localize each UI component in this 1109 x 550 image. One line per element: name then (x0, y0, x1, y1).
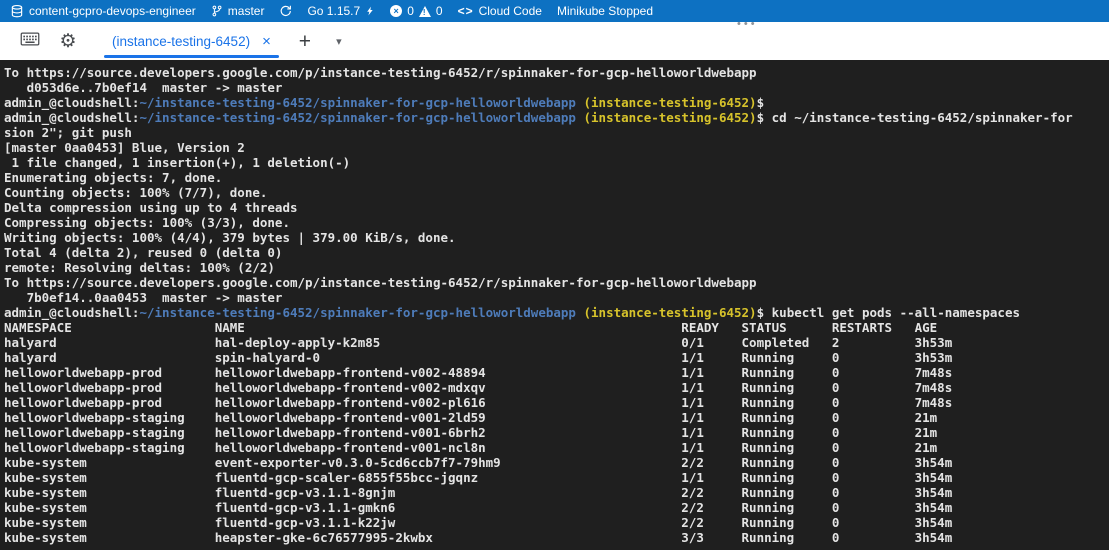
code-brackets-icon: <> (458, 4, 474, 18)
terminal-line: To https://source.developers.google.com/… (4, 275, 1109, 290)
terminal-line: halyard hal-deploy-apply-k2m85 0/1 Compl… (4, 335, 1109, 350)
terminal-line: halyard spin-halyard-0 1/1 Running 0 3h5… (4, 350, 1109, 365)
warning-icon (419, 6, 431, 17)
terminal-line: Compressing objects: 100% (3/3), done. (4, 215, 1109, 230)
lightning-icon (365, 4, 375, 18)
minikube-status[interactable]: Minikube Stopped (557, 0, 653, 22)
error-count: 0 (407, 4, 414, 18)
terminal-line: helloworldwebapp-prod helloworldwebapp-f… (4, 380, 1109, 395)
git-branch-icon (211, 4, 223, 18)
terminal-line: NAMESPACE NAME READY STATUS RESTARTS AGE (4, 320, 1109, 335)
terminal-line: 1 file changed, 1 insertion(+), 1 deleti… (4, 155, 1109, 170)
terminal-line: kube-system event-exporter-v0.3.0-5cd6cc… (4, 455, 1109, 470)
terminal-line: helloworldwebapp-staging helloworldwebap… (4, 440, 1109, 455)
panel-drag-handle[interactable]: ••• (737, 19, 758, 29)
refresh-icon (279, 4, 292, 18)
cloud-code-status[interactable]: <> Cloud Code (458, 0, 542, 22)
terminal-line: d053d6e..7b0ef14 master -> master (4, 80, 1109, 95)
problems-status[interactable]: × 0 0 (390, 0, 442, 22)
status-bar: content-gcpro-devops-engineer master Go … (0, 0, 1109, 22)
terminal-line: helloworldwebapp-prod helloworldwebapp-f… (4, 395, 1109, 410)
terminal-line: Delta compression using up to 4 threads (4, 200, 1109, 215)
terminal-output[interactable]: To https://source.developers.google.com/… (0, 60, 1109, 550)
cloud-code-label: Cloud Code (479, 4, 542, 18)
project-selector[interactable]: content-gcpro-devops-engineer (10, 0, 196, 22)
terminal-line: kube-system fluentd-gcp-v3.1.1-8gnjm 2/2… (4, 485, 1109, 500)
keyboard-icon (20, 31, 40, 52)
go-version-status[interactable]: Go 1.15.7 (307, 0, 375, 22)
go-version-label: Go 1.15.7 (307, 4, 360, 18)
terminal-line: sion 2"; git push (4, 125, 1109, 140)
terminal-line: admin_@cloudshell:~/instance-testing-645… (4, 305, 1109, 320)
terminal-line: kube-system heapster-gke-6c76577995-2kwb… (4, 530, 1109, 545)
error-icon: × (390, 5, 402, 17)
terminal-line: Enumerating objects: 7, done. (4, 170, 1109, 185)
terminal-line: kube-system fluentd-gcp-v3.1.1-k22jw 2/2… (4, 515, 1109, 530)
database-icon (10, 4, 24, 19)
terminal-line: Counting objects: 100% (7/7), done. (4, 185, 1109, 200)
terminal-line: [master 0aa0453] Blue, Version 2 (4, 140, 1109, 155)
settings-button[interactable]: ⚙ (56, 29, 80, 53)
terminal-line: Total 4 (delta 2), reused 0 (delta 0) (4, 245, 1109, 260)
terminal-line: helloworldwebapp-staging helloworldwebap… (4, 410, 1109, 425)
new-tab-button[interactable]: + (293, 29, 317, 53)
keyboard-button[interactable] (18, 29, 42, 53)
project-label: content-gcpro-devops-engineer (29, 4, 196, 18)
git-branch-status[interactable]: master (211, 0, 265, 22)
terminal-line: helloworldwebapp-prod helloworldwebapp-f… (4, 365, 1109, 380)
active-tab-indicator (104, 55, 279, 58)
terminal-line: kube-system fluentd-gcp-v3.1.1-gmkn6 2/2… (4, 500, 1109, 515)
tab-label: (instance-testing-6452) (112, 34, 250, 49)
sync-button[interactable] (279, 0, 292, 22)
warning-count: 0 (436, 4, 443, 18)
tab-instance-testing-6452[interactable]: (instance-testing-6452) × (104, 22, 279, 60)
tab-close-icon[interactable]: × (262, 34, 271, 49)
terminal-line: admin_@cloudshell:~/instance-testing-645… (4, 110, 1109, 125)
branch-label: master (228, 4, 265, 18)
terminal-line: To https://source.developers.google.com/… (4, 65, 1109, 80)
minikube-label: Minikube Stopped (557, 4, 653, 18)
terminal-line: Writing objects: 100% (4/4), 379 bytes |… (4, 230, 1109, 245)
terminal-line: helloworldwebapp-staging helloworldwebap… (4, 425, 1109, 440)
tab-menu-caret-icon[interactable]: ▾ (327, 29, 351, 53)
terminal-line: admin_@cloudshell:~/instance-testing-645… (4, 95, 1109, 110)
terminal-tab-bar: ••• ⚙ (instance-testing-64 (0, 22, 1109, 60)
terminal-line: 7b0ef14..0aa0453 master -> master (4, 290, 1109, 305)
gear-icon: ⚙ (59, 32, 76, 51)
terminal-line: kube-system fluentd-gcp-scaler-6855f55bc… (4, 470, 1109, 485)
terminal-line: remote: Resolving deltas: 100% (2/2) (4, 260, 1109, 275)
